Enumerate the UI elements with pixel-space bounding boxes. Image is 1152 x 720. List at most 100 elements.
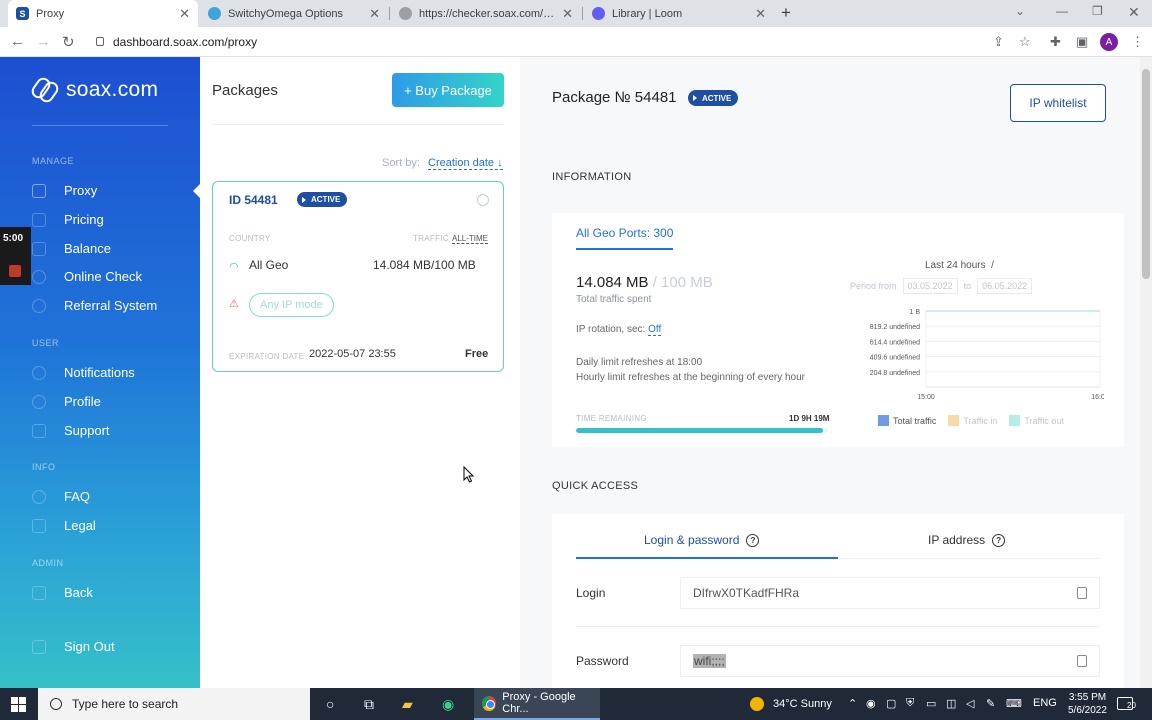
ip-mode-chip[interactable]: Any IP mode — [249, 293, 334, 317]
scrollbar-thumb[interactable] — [1142, 69, 1150, 279]
tab-proxy[interactable]: S Proxy ✕ — [8, 0, 198, 27]
camera-icon[interactable]: ▢ — [886, 697, 896, 710]
volume-icon[interactable]: ◁ — [966, 697, 974, 710]
range-selector[interactable]: Last 24 hours / — [925, 260, 994, 271]
tab-checker[interactable]: https://checker.soax.com/api/ipi... ✕ — [391, 0, 581, 27]
forward-icon[interactable]: → — [36, 33, 51, 50]
x-tick-label: 15:00 — [917, 394, 935, 401]
tray-chevron-icon[interactable]: ⌃ — [848, 697, 857, 710]
network-icon[interactable]: ◫ — [946, 697, 956, 710]
package-card[interactable]: ID 54481 ACTIVE COUNTRY TRAFFIC ALL-TIME… — [212, 181, 504, 372]
file-explorer-icon[interactable]: ▰ — [402, 696, 413, 713]
close-tab-icon[interactable]: ✕ — [755, 6, 766, 22]
sidepanel-icon[interactable]: ▣ — [1076, 34, 1088, 50]
sidebar-item-balance[interactable]: Balance — [32, 241, 111, 256]
sidebar-item-profile[interactable]: Profile — [32, 394, 101, 409]
extensions-icon[interactable]: ✚ — [1050, 34, 1061, 50]
tab-loom[interactable]: Library | Loom ✕ — [584, 0, 774, 27]
sidebar-item-pricing[interactable]: Pricing — [32, 212, 104, 227]
profile-avatar[interactable]: A — [1100, 33, 1118, 51]
copy-icon[interactable] — [1077, 587, 1087, 599]
soax-logo[interactable]: soax.com — [28, 74, 159, 106]
status-badge: ACTIVE — [297, 192, 348, 207]
page-scrollbar[interactable] — [1140, 57, 1152, 688]
close-tab-icon[interactable]: ✕ — [179, 6, 190, 22]
ip-rotation-label: IP rotation, sec: — [576, 324, 646, 335]
chevron-down-icon[interactable]: ⌄ — [1015, 4, 1025, 18]
legend-total[interactable]: Total traffic — [878, 415, 936, 426]
expiration-label: EXPIRATION DATE — [229, 352, 305, 361]
login-value: DIfrwX0TKadfFHRa — [693, 586, 800, 600]
hourly-refresh-text: Hourly limit refreshes at the beginning … — [576, 372, 806, 383]
globe-favicon-icon — [399, 7, 412, 20]
sidebar-item-referral[interactable]: Referral System — [32, 298, 157, 313]
warning-icon: ⚠ — [229, 298, 239, 310]
address-bar[interactable]: dashboard.soax.com/proxy — [113, 35, 257, 49]
ip-whitelist-button[interactable]: IP whitelist — [1010, 84, 1106, 122]
loom-recorder-widget[interactable]: 5:00 — [0, 227, 31, 285]
taskbar-clock[interactable]: 3:55 PM 5/6/2022 — [1068, 691, 1107, 717]
pen-icon[interactable]: ✎ — [986, 697, 995, 710]
login-field[interactable]: DIfrwX0TKadfFHRa — [680, 577, 1100, 609]
battery-icon[interactable]: ▭ — [926, 697, 936, 710]
tab-switchyomega[interactable]: SwitchyOmega Options ✕ — [200, 0, 388, 27]
tab-login-password[interactable]: Login & password? — [644, 533, 760, 547]
weather-widget[interactable]: 34°C Sunny — [750, 688, 832, 720]
logo-text: soax.com — [66, 78, 159, 101]
sort-label: Sort by: — [382, 157, 420, 169]
sidebar-item-proxy[interactable]: Proxy — [32, 183, 97, 198]
sidebar-item-sign-out[interactable]: Sign Out — [32, 639, 115, 654]
sidebar-item-label: Online Check — [64, 269, 143, 284]
minimize-icon[interactable]: — — [1056, 4, 1068, 18]
copy-icon[interactable] — [1077, 655, 1087, 667]
restore-icon[interactable]: ❐ — [1092, 4, 1103, 18]
sidebar-item-online-check[interactable]: Online Check — [32, 269, 142, 284]
buy-package-button[interactable]: + Buy Package — [392, 73, 504, 107]
sidebar-item-label: Referral System — [64, 298, 158, 313]
task-view-icon[interactable]: ⧉ — [364, 696, 374, 713]
all-time-toggle[interactable]: ALL-TIME — [452, 234, 489, 244]
taskbar-search[interactable]: Type here to search — [38, 688, 310, 720]
period-to-input[interactable]: 06.05.2022 — [977, 278, 1033, 294]
bookmark-star-icon[interactable]: ☆ — [1019, 34, 1031, 50]
period-from-input[interactable]: 03.05.2022 — [902, 278, 958, 294]
status-badge: ACTIVE — [688, 90, 739, 106]
legend-out[interactable]: Traffic out — [1009, 415, 1064, 426]
help-icon[interactable]: ? — [746, 533, 760, 547]
sidebar-item-back[interactable]: Back — [32, 585, 93, 600]
close-tab-icon[interactable]: ✕ — [562, 6, 573, 22]
legend-label: Traffic out — [1024, 415, 1064, 426]
back-icon[interactable]: ← — [10, 33, 25, 50]
switchyomega-favicon-icon — [208, 7, 221, 20]
sidebar-item-label: FAQ — [64, 489, 91, 504]
reload-icon[interactable]: ↻ — [62, 33, 75, 51]
record-icon[interactable]: ◉ — [866, 697, 876, 710]
lock-icon — [96, 37, 104, 46]
sidebar-item-support[interactable]: Support — [32, 423, 110, 438]
taskbar-chrome[interactable]: Proxy - Google Chr... — [474, 688, 600, 720]
sidebar-item-faq[interactable]: FAQ — [32, 489, 90, 504]
menu-dots-icon[interactable]: ⋮ — [1131, 34, 1144, 50]
close-window-icon[interactable]: ✕ — [1128, 4, 1140, 21]
help-icon[interactable]: ? — [992, 533, 1006, 547]
cortana-icon[interactable]: ○ — [326, 696, 334, 712]
windows-start-icon[interactable] — [11, 697, 26, 712]
tab-all-geo-ports[interactable]: All Geo Ports: 300 — [576, 226, 674, 250]
edge-icon[interactable]: ◉ — [442, 696, 454, 713]
ip-rotation-toggle[interactable]: Off — [648, 324, 662, 336]
soax-favicon-icon: S — [16, 7, 29, 20]
sort-dropdown[interactable]: Creation date ↓ — [428, 157, 503, 170]
legend-in[interactable]: Traffic in — [948, 415, 997, 426]
security-icon[interactable]: ⛨ — [906, 697, 914, 710]
share-icon[interactable]: ⇪ — [993, 34, 1004, 50]
sidebar-item-notifications[interactable]: Notifications — [32, 365, 135, 380]
password-field[interactable]: wifi;;;; — [680, 645, 1100, 677]
close-tab-icon[interactable]: ✕ — [369, 6, 380, 22]
stop-record-icon[interactable] — [9, 265, 21, 277]
keyboard-icon[interactable]: ⌨ — [1006, 697, 1022, 710]
language-indicator[interactable]: ENG — [1033, 697, 1057, 709]
sidebar-item-legal[interactable]: Legal — [32, 518, 96, 533]
tab-ip-address[interactable]: IP address? — [928, 533, 1006, 547]
new-tab-icon[interactable]: + — [781, 3, 791, 23]
search-icon — [50, 698, 62, 710]
